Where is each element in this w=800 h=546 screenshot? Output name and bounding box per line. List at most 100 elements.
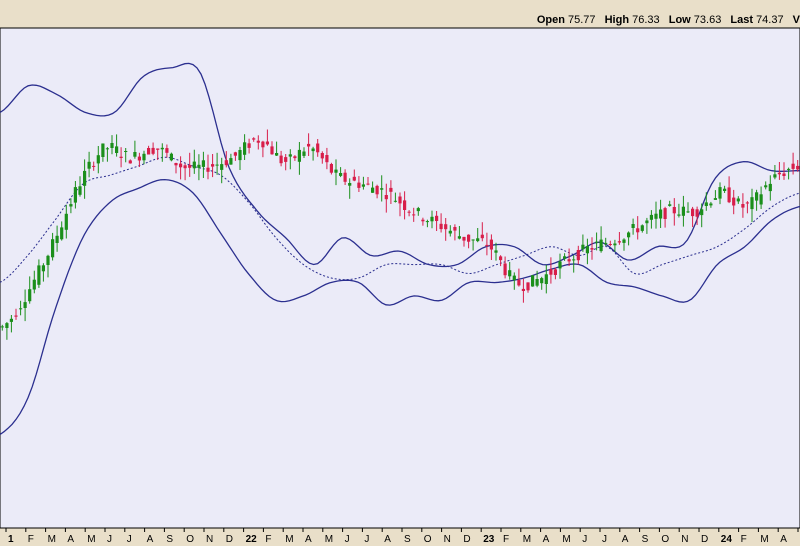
candle-down — [316, 143, 320, 153]
x-tick-label: S — [166, 534, 173, 545]
candle-down — [147, 148, 151, 155]
candle-up — [764, 185, 768, 188]
candle-up — [563, 256, 567, 259]
candle-up — [540, 278, 544, 284]
candle-up — [430, 216, 434, 222]
candle-down — [462, 236, 466, 241]
candle-up — [425, 221, 429, 223]
candle-up — [238, 150, 242, 161]
candle-up — [142, 153, 146, 161]
candle-down — [590, 248, 594, 250]
candle-down — [265, 141, 269, 145]
x-tick-label: S — [404, 534, 411, 545]
candle-up — [339, 173, 343, 176]
candle-down — [567, 259, 571, 262]
candle-up — [23, 302, 27, 308]
candle-up — [19, 308, 23, 310]
candle-up — [448, 230, 452, 234]
candle-down — [14, 315, 18, 317]
candle-down — [636, 228, 640, 233]
candle-up — [110, 143, 114, 148]
candle-down — [732, 197, 736, 206]
candle-up — [78, 186, 82, 195]
candle-down — [179, 163, 183, 168]
x-tick-label: 1 — [8, 534, 14, 545]
candle-up — [124, 151, 128, 152]
candle-up — [736, 198, 740, 202]
x-tick-label: M — [325, 534, 333, 545]
x-tick-label: M — [48, 534, 56, 545]
x-tick-label: J — [345, 534, 350, 545]
candle-down — [407, 211, 411, 213]
candle-down — [777, 172, 781, 175]
candle-up — [599, 239, 603, 252]
candle-down — [320, 153, 324, 159]
candle-down — [439, 223, 443, 230]
candle-up — [96, 155, 100, 164]
x-tick-label: A — [147, 534, 154, 545]
candle-up — [133, 152, 137, 157]
candle-down — [691, 208, 695, 217]
x-tick-label: N — [681, 534, 688, 545]
x-tick-label: J — [107, 534, 112, 545]
candle-up — [380, 188, 384, 190]
candle-up — [275, 153, 279, 156]
candle-up — [508, 270, 512, 277]
x-tick-label: D — [226, 534, 233, 545]
candle-down — [247, 143, 251, 148]
candle-down — [499, 256, 503, 261]
candle-down — [233, 152, 237, 156]
x-tick-label: 22 — [246, 534, 258, 545]
candle-down — [357, 182, 361, 188]
x-tick-label: A — [543, 534, 550, 545]
candle-up — [105, 148, 109, 150]
candle-down — [453, 227, 457, 231]
candle-down — [206, 167, 210, 172]
candle-up — [60, 227, 64, 240]
x-tick-label: J — [602, 534, 607, 545]
candle-down — [352, 176, 356, 181]
candle-down — [375, 185, 379, 195]
candle-up — [87, 161, 91, 169]
candle-down — [503, 263, 507, 276]
candle-up — [531, 275, 535, 287]
candle-up — [73, 187, 77, 203]
x-tick-label: J — [364, 534, 369, 545]
x-tick-label: A — [384, 534, 391, 545]
candle-up — [659, 209, 663, 219]
candle-down — [389, 187, 393, 192]
x-tick-label: A — [780, 534, 787, 545]
candle-up — [348, 183, 352, 186]
candle-down — [403, 200, 407, 210]
candle-down — [517, 279, 521, 286]
x-tick-label: J — [582, 534, 587, 545]
candle-down — [796, 165, 800, 170]
candle-up — [83, 170, 87, 186]
candle-up — [393, 200, 397, 202]
candle-down — [435, 215, 439, 221]
candle-down — [293, 156, 297, 159]
candle-down — [745, 202, 749, 204]
x-tick-label: J — [127, 534, 132, 545]
candle-down — [284, 157, 288, 162]
candle-up — [28, 289, 32, 302]
candle-up — [51, 239, 55, 258]
candle-down — [92, 165, 96, 167]
candle-down — [128, 160, 132, 164]
candle-up — [750, 197, 754, 210]
candle-down — [549, 269, 553, 275]
candle-down — [741, 204, 745, 208]
candle-down — [329, 164, 333, 173]
candle-down — [526, 282, 530, 291]
candle-up — [604, 242, 608, 244]
candle-up — [544, 274, 548, 284]
plot-area — [0, 27, 800, 529]
x-tick-label: M — [562, 534, 570, 545]
candle-up — [649, 214, 653, 220]
candle-up — [494, 250, 498, 253]
candle-up — [64, 213, 68, 230]
candle-up — [595, 241, 599, 243]
candle-up — [755, 192, 759, 201]
candle-down — [307, 143, 311, 147]
candle-up — [759, 194, 763, 205]
